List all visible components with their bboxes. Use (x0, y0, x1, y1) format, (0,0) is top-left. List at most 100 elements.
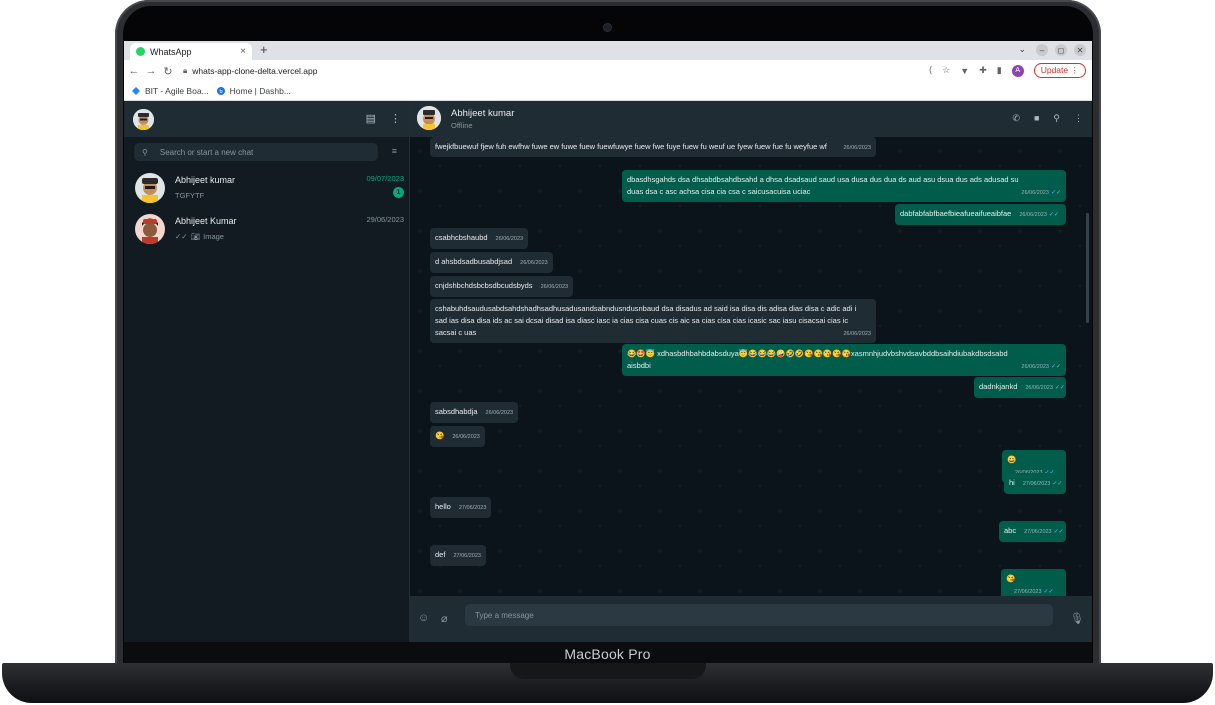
camera-icon (604, 24, 611, 31)
message-bubble-outgoing[interactable]: hi 27/06/2023 ✓✓ (1004, 473, 1066, 494)
bookmarks-bar: BIT - Agile Boa... b Home | Dashb... (124, 82, 1092, 101)
bookmark-item[interactable]: BIT - Agile Boa... (132, 86, 209, 96)
message-bubble-incoming[interactable]: cshabuhdsaudusabdsahdshadhsadhusadusands… (430, 299, 876, 343)
message-time: 26/06/2023 (843, 331, 871, 337)
message-time: 26/06/2023 (843, 145, 871, 151)
double-check-icon: ✓✓ (1050, 190, 1061, 196)
double-check-icon: ✓✓ (1054, 385, 1065, 391)
message-bubble-outgoing[interactable]: 😂🤩😇 xdhasbdhbahbdabsduya😇😂😂😂🤪🤣🤣😘😘😘😘😘xasm… (622, 344, 1066, 376)
message-text: sabsdhabdja (435, 407, 478, 416)
unread-badge: 1 (393, 187, 404, 198)
camera-small-icon: 📷︎ (190, 232, 201, 241)
browser-toolbar: ← → ↻ 🔒︎ whats-app-clone-delta.vercel.ap… (124, 60, 1092, 82)
new-tab-button[interactable]: + (260, 42, 268, 57)
message-text: cshabuhdsaudusabdsahdshadhsadhusadusands… (435, 304, 857, 337)
microphone-icon[interactable]: 🎙︎ (1070, 612, 1084, 625)
reload-icon[interactable]: ↻ (161, 65, 175, 78)
conversation-actions: ✆ ■ ⚲ ⋮ (1012, 113, 1083, 124)
message-text: hello (435, 502, 451, 511)
message-time: 26/06/2023 (520, 260, 548, 266)
double-check-icon: ✓✓ (1052, 481, 1063, 487)
tab-close-icon[interactable]: × (240, 46, 246, 57)
bookmark-item[interactable]: b Home | Dashb... (216, 86, 291, 96)
search-icon[interactable]: ⚲ (1053, 113, 1060, 124)
back-icon[interactable]: ← (127, 65, 141, 77)
double-check-icon: ✓✓ (1048, 212, 1059, 218)
message-bubble-incoming[interactable]: 😘 26/06/2023 (430, 426, 485, 447)
new-chat-icon[interactable]: ▤ (366, 112, 376, 125)
message-bubble-incoming[interactable]: d ahsbdsadbusabdjsad 26/06/2023 (430, 252, 553, 273)
extensions-icon[interactable]: ✚ (979, 65, 987, 76)
chat-avatar (135, 213, 165, 244)
message-bubble-outgoing[interactable]: abc 27/06/2023 ✓✓ (999, 521, 1066, 542)
phone-icon[interactable]: ✆ (1012, 113, 1020, 124)
message-text: 😘 (1006, 574, 1016, 583)
contact-avatar[interactable] (417, 106, 441, 130)
menu-icon[interactable]: ⋮ (390, 112, 401, 125)
message-bubble-incoming[interactable]: sabsdhabdja 26/06/2023 (430, 402, 519, 423)
message-bubble-outgoing[interactable]: dadnkjankd 26/06/2023 ✓✓ (974, 377, 1066, 398)
whatsapp-favicon-icon (136, 47, 145, 56)
my-avatar[interactable] (133, 108, 154, 130)
message-input[interactable] (465, 604, 1053, 626)
message-text: dbasdhsgahds dsa dhsabdbsahdbsahd a dhsa… (627, 175, 1019, 196)
conversation-panel: Abhijeet kumar Offline ✆ ■ ⚲ ⋮ fwejkfbue… (410, 101, 1092, 642)
search-input[interactable] (157, 146, 362, 158)
forward-icon[interactable]: → (144, 65, 158, 77)
extension-filter-icon[interactable]: ▼ (960, 66, 969, 76)
message-bubble-outgoing[interactable]: dabfabfabfbaefbieafueaifueaibfae 26/06/20… (895, 204, 1066, 225)
avatar-illustration (133, 108, 154, 130)
message-time: 27/06/2023 (1024, 529, 1052, 535)
scrollbar[interactable] (1086, 213, 1089, 323)
chat-name: Abhijeet Kumar (175, 216, 237, 226)
dashboard-icon: b (216, 87, 225, 95)
close-window-button[interactable]: ✕ (1074, 44, 1086, 56)
browser-tab-bar: WhatsApp × + ⌄ – ◻ ✕ (124, 41, 1092, 60)
chat-list-item[interactable]: Abhijeet Kumar ✓✓ 📷︎ Image 29/06/2023 (124, 208, 409, 249)
video-icon[interactable]: ■ (1034, 113, 1039, 124)
message-time: 26/06/2023 (1021, 364, 1049, 370)
message-bubble-incoming[interactable]: def 27/06/2023 (430, 545, 486, 566)
filter-icon[interactable]: ≡ (392, 146, 397, 156)
bookmark-star-icon[interactable]: ☆ (942, 65, 950, 76)
update-button[interactable]: Update ⋮ (1033, 63, 1086, 78)
browser-tab[interactable]: WhatsApp × (130, 43, 252, 60)
tab-search-chevron-icon[interactable]: ⌄ (1018, 44, 1026, 55)
bookmark-label: Home | Dashb... (229, 86, 291, 96)
device-label: MacBook Pro (564, 646, 651, 662)
minimize-button[interactable]: – (1036, 44, 1048, 56)
sidebar: ▤ ⋮ ⚲ ≡ (124, 101, 410, 642)
message-time: 26/06/2023 (1019, 212, 1047, 218)
message-text: csabhcbshaubd (435, 233, 488, 242)
message-bubble-incoming[interactable]: hello 27/06/2023 (430, 497, 492, 518)
search-area: ⚲ ≡ (124, 137, 409, 167)
message-bubble-incoming[interactable]: csabhcbshaubd 26/06/2023 (430, 228, 529, 249)
message-text: 😂🤩😇 xdhasbdhbahbdabsduya😇😂😂😂🤪🤣🤣😘😘😘😘😘xasm… (627, 349, 1008, 370)
chat-list-item[interactable]: Abhijeet kumar TGFYTF 09/07/2023 1 (124, 167, 409, 208)
compose-bar: ☺ ⌀ 🎙︎ (410, 596, 1092, 642)
message-time: 26/06/2023 (485, 410, 514, 416)
message-bubble-incoming[interactable]: cnjdshbchdsbcbsdbcudsbyds 26/06/2023 (430, 276, 574, 297)
search-icon: ⚲ (142, 147, 148, 157)
message-time: 27/06/2023 (453, 553, 481, 559)
toolbar-actions: ⟨ ☆ ▼ ✚ ▮ A Update ⋮ (929, 63, 1086, 78)
emoji-icon[interactable]: ☺ (418, 612, 429, 624)
sidebar-header-actions: ▤ ⋮ (366, 112, 401, 125)
attach-icon[interactable]: ⌀ (441, 612, 448, 625)
profile-avatar[interactable]: A (1011, 64, 1024, 77)
restore-button[interactable]: ◻ (1055, 44, 1067, 56)
message-text: hi (1009, 478, 1015, 487)
chat-text: Abhijeet Kumar ✓✓ 📷︎ Image (175, 216, 237, 241)
chat-time: 29/06/2023 (366, 215, 404, 224)
message-time: 26/06/2023 (540, 284, 569, 290)
sidepanel-icon[interactable]: ▮ (997, 65, 1002, 76)
message-bubble-outgoing[interactable]: dbasdhsgahds dsa dhsabdbsahdbsahd a dhsa… (622, 170, 1066, 202)
svg-text:b: b (219, 89, 222, 95)
update-label: Update (1040, 65, 1069, 75)
menu-icon[interactable]: ⋮ (1074, 113, 1083, 124)
message-time: 27/06/2023 (1014, 589, 1042, 595)
message-bubble-incoming[interactable]: fwejkfbuewuf fjew fuh ewfhw fuwe ew fuwe… (430, 137, 876, 157)
address-bar[interactable]: 🔒︎ whats-app-clone-delta.vercel.app (183, 66, 317, 76)
share-icon[interactable]: ⟨ (929, 65, 933, 76)
message-time: 27/06/2023 (458, 505, 487, 511)
